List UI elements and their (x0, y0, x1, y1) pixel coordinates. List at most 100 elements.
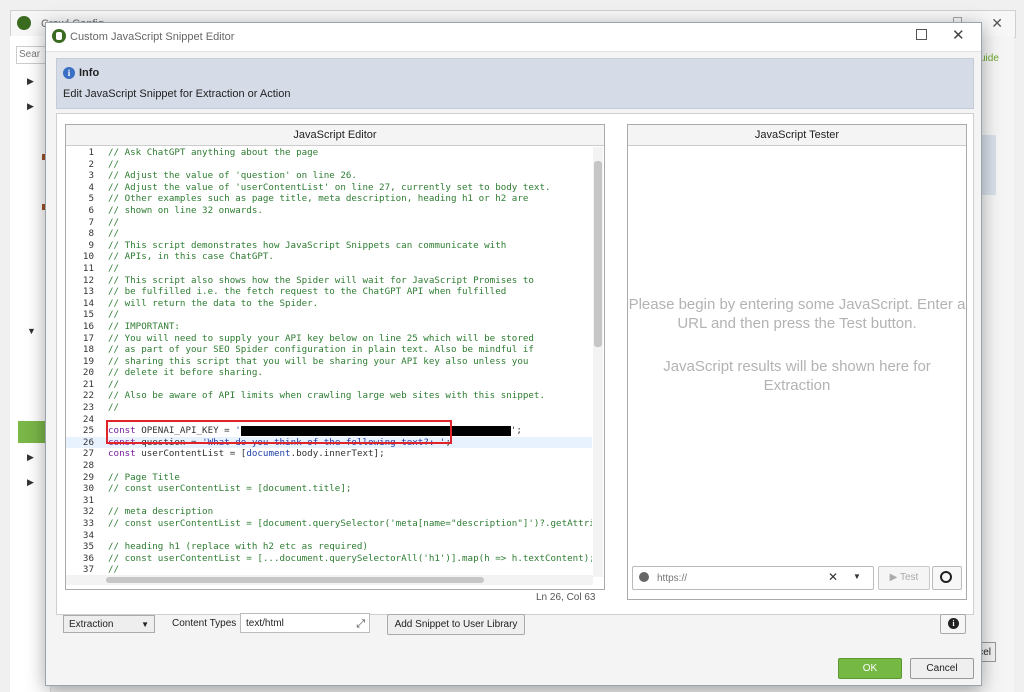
line-number: 8 (88, 228, 94, 240)
line-number: 23 (82, 402, 94, 414)
user-guide-link[interactable]: uide (980, 53, 999, 64)
line-number: 15 (82, 309, 94, 321)
identifier: document (246, 448, 291, 460)
url-field[interactable]: ✕ ▼ (632, 566, 874, 590)
code-line: 27 const userContentList = [document.body… (66, 448, 592, 460)
code-fragment: OPENAI_API_KEY = (135, 425, 236, 437)
code-text: // (108, 228, 120, 240)
dialog-title: Custom JavaScript Snippet Editor (70, 31, 235, 43)
close-icon[interactable]: ✕ (991, 15, 1003, 32)
mode-select[interactable]: Extraction ▼ (63, 615, 155, 633)
redacted-api-key (240, 425, 511, 436)
close-icon[interactable]: ✕ (952, 26, 965, 44)
line-number: 32 (82, 506, 94, 518)
info-title: Info (79, 67, 100, 79)
tree-expand-icon[interactable]: ▶ (27, 452, 34, 463)
line-number: 18 (82, 344, 94, 356)
add-snippet-button[interactable]: Add Snippet to User Library (387, 614, 525, 635)
code-line: 15 // (66, 309, 592, 321)
scrollbar-thumb[interactable] (594, 161, 602, 347)
code-line: 35 // heading h1 (replace with h2 etc as … (66, 541, 592, 553)
line-number: 2 (88, 158, 94, 170)
code-text: // sharing this script that you will be … (108, 355, 529, 367)
code-text: // (108, 216, 120, 228)
vertical-scrollbar[interactable] (593, 147, 603, 577)
code-text: const question = 'What do you think of t… (108, 437, 451, 449)
globe-icon (940, 571, 952, 583)
code-line: 25 const OPENAI_API_KEY = ' '; (66, 425, 592, 437)
globe-icon (639, 572, 649, 582)
code-line: 22 // Also be aware of API limits when cr… (66, 390, 592, 402)
code-line: 28 (66, 460, 592, 472)
browser-button[interactable] (932, 566, 962, 590)
code-text: // delete it before sharing. (108, 367, 263, 379)
code-fragment: ; (445, 436, 451, 448)
javascript-editor-panel: JavaScript Editor 1 // Ask ChatGPT anythi… (65, 124, 605, 603)
code-line: 30 // const userContentList = [document.t… (66, 483, 592, 495)
chevron-down-icon[interactable]: ▼ (853, 572, 861, 581)
code-line: 1 // Ask ChatGPT anything about the page (66, 147, 592, 159)
code-text: // This script demonstrates how JavaScri… (108, 239, 507, 251)
help-button[interactable]: i (940, 614, 966, 634)
dialog-titlebar: Custom JavaScript Snippet Editor ✕ (46, 23, 981, 52)
code-line: 17 // You will need to supply your API ke… (66, 333, 592, 345)
content-types-label: Content Types (172, 618, 237, 629)
code-line: 2 // (66, 159, 592, 171)
code-text: // Adjust the value of 'question' on lin… (108, 170, 357, 182)
line-number: 34 (82, 529, 94, 541)
code-text: // IMPORTANT: (108, 320, 180, 332)
tree-expand-icon[interactable]: ▶ (27, 477, 34, 488)
line-number: 6 (88, 204, 94, 216)
code-line: 8 // (66, 228, 592, 240)
line-number: 10 (82, 251, 94, 263)
code-editor[interactable]: 1// Ask ChatGPT anything about the page 2… (66, 147, 592, 575)
line-number: 17 (82, 332, 94, 344)
tree-expand-icon[interactable]: ▶ (27, 76, 34, 87)
code-fragment: '; (510, 425, 522, 437)
code-text: // (108, 309, 120, 321)
app-logo-icon (17, 16, 31, 30)
cancel-button[interactable]: Cancel (910, 658, 974, 679)
line-number: 25 (82, 425, 94, 437)
code-line: 32 // meta description (66, 506, 592, 518)
scrollbar-thumb[interactable] (106, 577, 484, 583)
content-types-input[interactable]: text/html ⤢ (240, 613, 370, 633)
code-fragment: question = (135, 436, 203, 448)
snippet-editor-dialog: Custom JavaScript Snippet Editor ✕ i Inf… (45, 22, 982, 686)
line-number: 21 (82, 378, 94, 390)
code-line: 6 // shown on line 32 onwards. (66, 205, 592, 217)
test-button[interactable]: ▶ Test (878, 566, 930, 590)
code-text: // Other examples such as page title, me… (108, 193, 529, 205)
url-input[interactable] (657, 570, 817, 586)
code-line: 12 // This script also shows how the Spid… (66, 275, 592, 287)
ok-button[interactable]: OK (838, 658, 902, 679)
app-logo-icon (52, 29, 66, 43)
line-number: 26 (82, 436, 94, 448)
line-number: 7 (88, 216, 94, 228)
line-number: 12 (82, 274, 94, 286)
code-text: // You will need to supply your API key … (108, 332, 534, 344)
clear-icon[interactable]: ✕ (828, 570, 838, 584)
maximize-icon[interactable] (916, 29, 927, 40)
line-number: 9 (88, 239, 94, 251)
line-number: 4 (88, 181, 94, 193)
tester-results-hint: JavaScript results will be shown here fo… (663, 358, 931, 394)
code-text: // as part of your SEO Spider configurat… (108, 344, 534, 356)
javascript-tester-panel: JavaScript Tester Please begin by enteri… (627, 124, 967, 600)
code-text: // heading h1 (replace with h2 etc as re… (108, 541, 368, 553)
string-literal: 'What do you think of the following text… (202, 436, 446, 448)
code-line: 4 // Adjust the value of 'userContentList… (66, 182, 592, 194)
line-number: 29 (82, 471, 94, 483)
code-text: // (108, 158, 120, 170)
horizontal-scrollbar[interactable] (66, 575, 593, 585)
selected-tree-item[interactable] (18, 421, 48, 443)
code-line: 16 // IMPORTANT: (66, 321, 592, 333)
expand-icon[interactable]: ⤢ (356, 614, 365, 634)
code-text: // shown on line 32 onwards. (108, 204, 263, 216)
code-line: 5 // Other examples such as page title, m… (66, 193, 592, 205)
code-line: 20 // delete it before sharing. (66, 367, 592, 379)
tree-collapse-icon[interactable]: ▼ (27, 326, 36, 336)
code-text: const OPENAI_API_KEY = ' '; (108, 425, 522, 437)
code-text: // be fulfilled i.e. the fetch request t… (108, 286, 507, 298)
tree-expand-icon[interactable]: ▶ (27, 101, 34, 112)
